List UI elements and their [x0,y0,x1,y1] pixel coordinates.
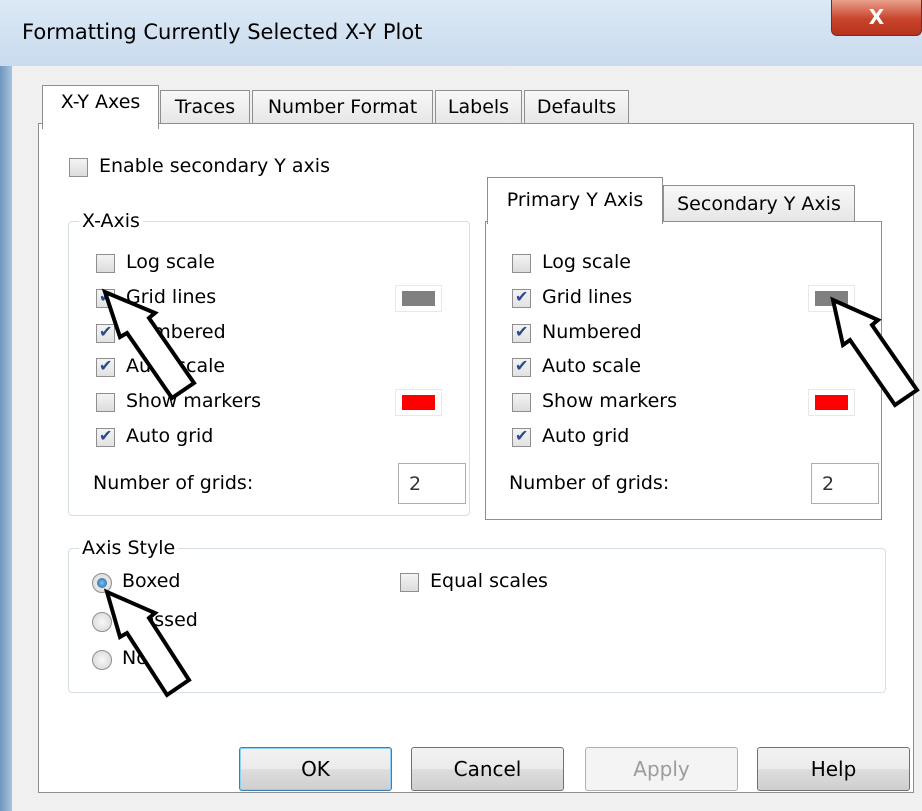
arrow-icon-y-grid [830,296,920,408]
tab-primary-y-axis[interactable]: Primary Y Axis [487,177,663,224]
arrow-icon-boxed [103,588,192,698]
arrow-icon-x-grid [101,288,197,401]
tab-xy-axes[interactable]: X-Y Axes [42,85,159,129]
